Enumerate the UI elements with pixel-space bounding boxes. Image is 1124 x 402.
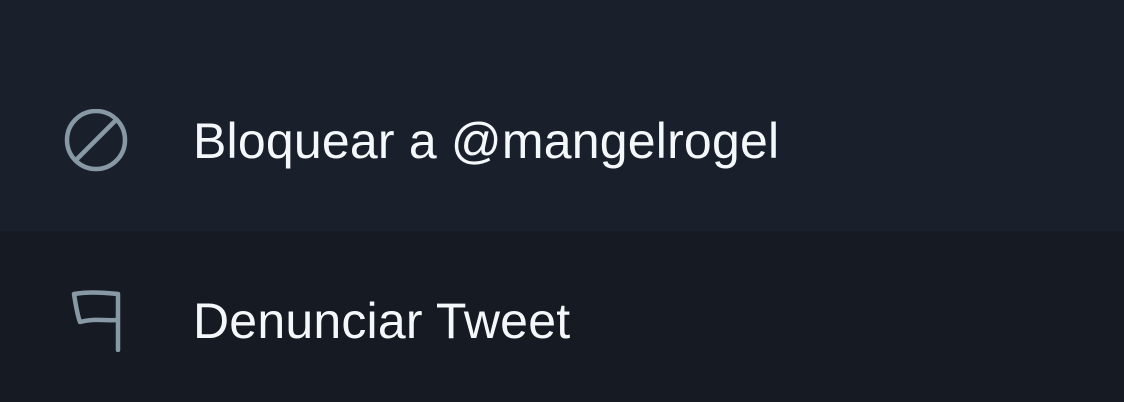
menu-item-label: Denunciar Tweet (193, 293, 571, 349)
menu-item-report-tweet[interactable]: Denunciar Tweet (0, 231, 1124, 402)
menu-item-block-user[interactable]: Bloquear a @mangelrogel (0, 0, 1124, 231)
flag-icon (70, 288, 124, 352)
menu-item-label: Bloquear a @mangelrogel (193, 113, 780, 169)
block-icon (62, 109, 130, 173)
tweet-options-menu: Bloquear a @mangelrogel Denunciar Tweet (0, 0, 1124, 402)
